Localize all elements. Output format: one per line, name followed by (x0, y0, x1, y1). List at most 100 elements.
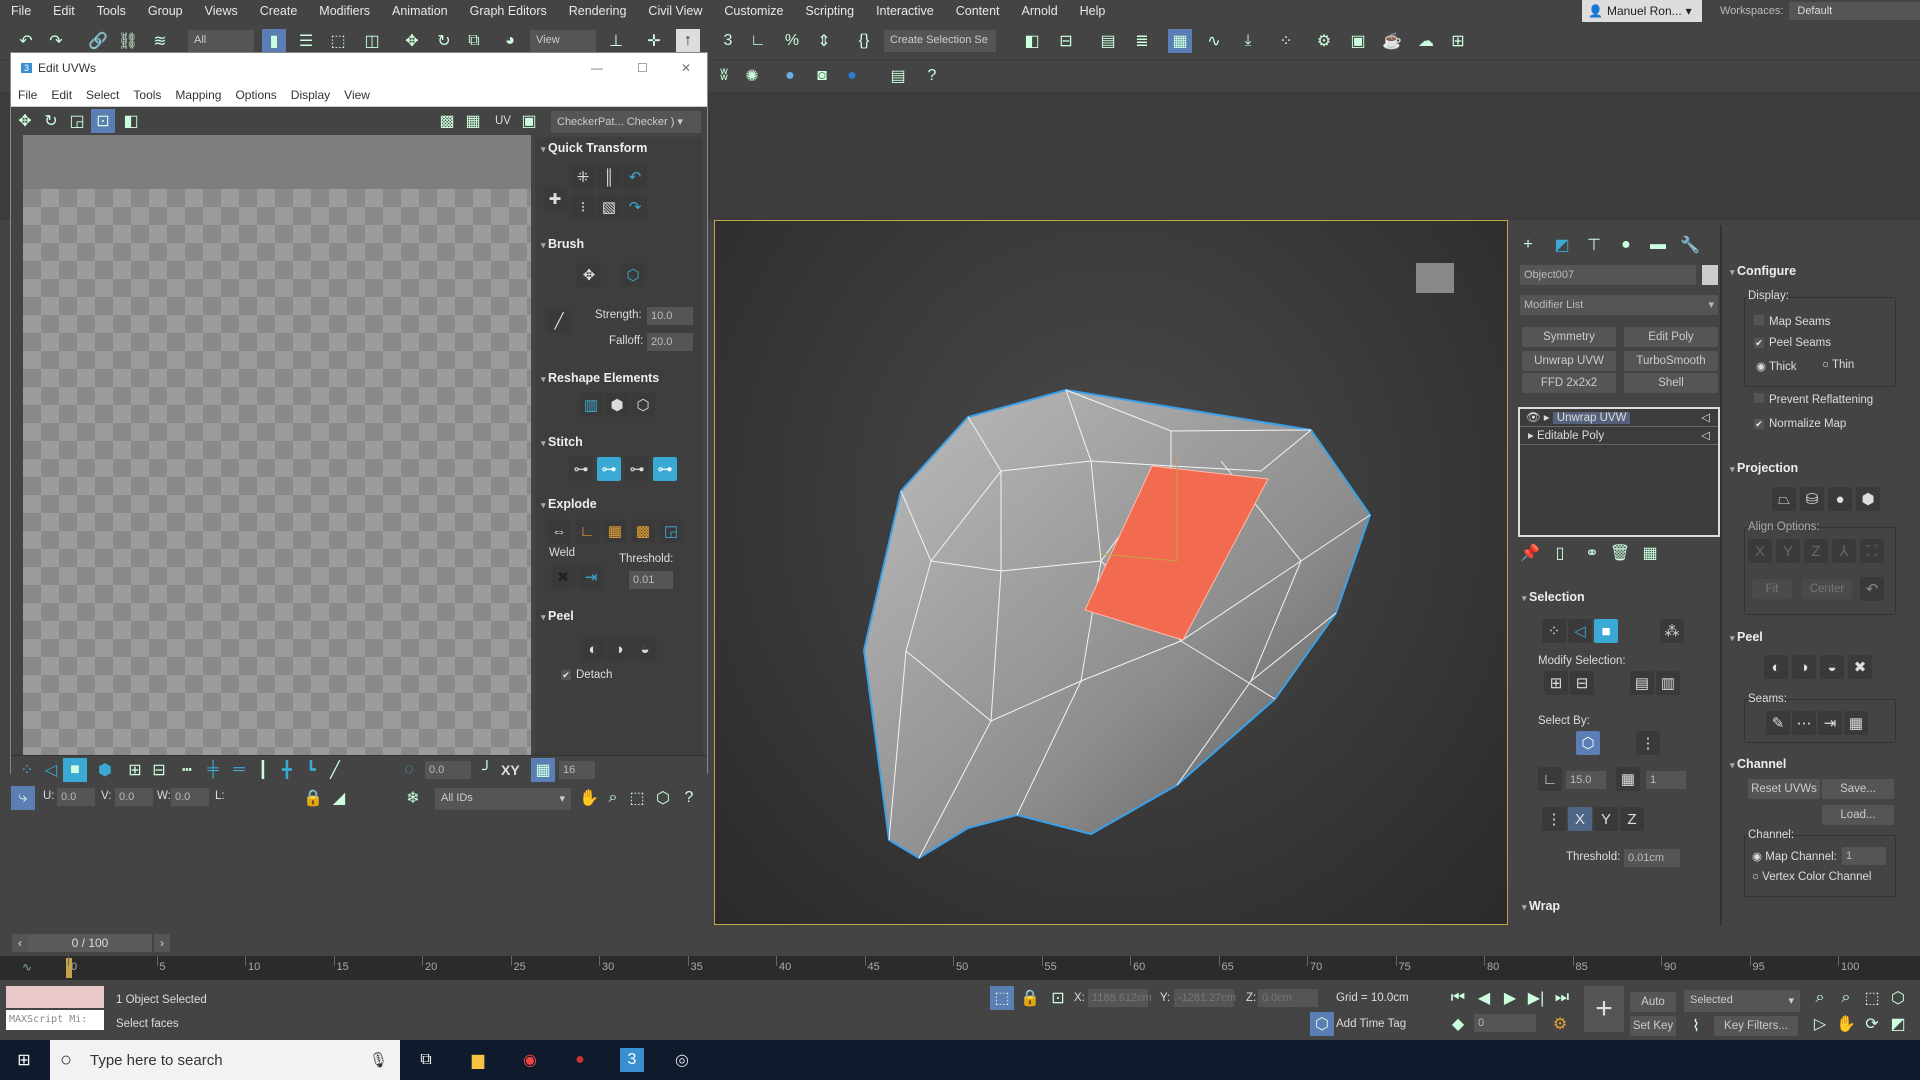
edge-sel-to-seams-icon[interactable]: ⇥ (1818, 711, 1842, 735)
make-unique-icon[interactable]: ⚭ (1580, 541, 1604, 565)
uvw-menu-display[interactable]: Display (284, 88, 337, 102)
lock-icon[interactable]: 🔒 (301, 786, 325, 810)
undo-icon[interactable]: ↶ (14, 29, 38, 53)
percent-snap-icon[interactable]: % (780, 29, 804, 53)
pivot-icon[interactable]: ⊥ (604, 29, 628, 53)
pin-stack-icon[interactable]: 📌 (1518, 541, 1542, 565)
texture-icon[interactable]: ▣ (517, 109, 541, 133)
peel-rollout-header[interactable]: Peel (1730, 630, 1763, 644)
render-setup-icon[interactable]: ⚙ (1312, 29, 1336, 53)
menu-content[interactable]: Content (945, 4, 1011, 18)
angle-snap-icon[interactable]: ∟ (746, 29, 770, 53)
explode-header[interactable]: Explode (541, 497, 597, 511)
map-seams-checkbox[interactable]: Map Seams (1754, 315, 1830, 328)
material-editor-icon[interactable]: ◙ (810, 64, 834, 88)
align-icon[interactable]: ⊟ (1054, 29, 1078, 53)
rectangle-selection-icon[interactable]: ⬚ (326, 29, 350, 53)
modify-tab-icon[interactable]: ◩ (1550, 233, 1574, 257)
chrome-icon[interactable]: ◉ (518, 1048, 542, 1072)
ring-icon[interactable]: ┃ (251, 758, 275, 782)
pelt-map-icon[interactable]: ✖ (1848, 655, 1872, 679)
axis-x-icon[interactable]: X (1568, 807, 1592, 831)
axis-z-icon[interactable]: Z (1620, 807, 1644, 831)
vertex-mode-icon[interactable]: ⁘ (15, 758, 39, 782)
time-slider[interactable]: 0 / 100 (28, 934, 152, 952)
display-tab-icon[interactable]: ▬ (1646, 233, 1670, 257)
normalize-map-checkbox[interactable]: ✔ Normalize Map (1754, 418, 1846, 430)
menu-civil-view[interactable]: Civil View (637, 4, 713, 18)
falloff-curve-icon[interactable]: ╯ (475, 758, 499, 782)
falloff-type-icon[interactable]: ╱ (547, 309, 571, 333)
unwrap-uvw-button[interactable]: Unwrap UVW (1522, 351, 1616, 371)
reset-uvws-button[interactable]: Reset UVWs (1748, 779, 1820, 799)
brush-header[interactable]: Brush (541, 237, 584, 251)
edit-named-selection-icon[interactable]: {} (852, 29, 876, 53)
ring-shrink-icon[interactable]: ┗ (299, 758, 323, 782)
strength-spinner[interactable]: 10.0 (647, 307, 693, 325)
render-cloud-icon[interactable]: ☁ (1414, 29, 1438, 53)
file-explorer-icon[interactable]: ▆ (466, 1048, 490, 1072)
grow-selection-icon[interactable]: ⊞ (1544, 671, 1568, 695)
schematic-view-icon[interactable]: ⁘ (1274, 29, 1298, 53)
move-icon[interactable]: ✥ (400, 29, 424, 53)
script-icon[interactable]: ▤ (886, 64, 910, 88)
point-to-point-seams-icon[interactable]: ⋯ (1792, 711, 1816, 735)
element-mode-icon[interactable]: ⬢ (93, 758, 117, 782)
modifier-list-dropdown[interactable]: Modifier List ▾ (1520, 295, 1718, 315)
freeform-icon[interactable]: ⊡ (91, 109, 115, 133)
align-z-icon[interactable]: Z (1804, 539, 1828, 563)
planar-angle-spinner[interactable]: 15.0 (1566, 771, 1606, 789)
ox-icon[interactable]: ✺ (740, 64, 764, 88)
view-align-icon[interactable]: ⛶ (1860, 539, 1884, 563)
edge-mode-icon[interactable]: ◁ (39, 758, 63, 782)
maxscript-listener[interactable] (6, 986, 104, 1008)
curve-editor-mini-icon[interactable]: ∿ (22, 960, 32, 974)
ribbon-toggle-icon[interactable]: ▦ (1168, 29, 1192, 53)
weld-threshold-spinner[interactable]: 0.01 (629, 571, 673, 589)
eye-icon[interactable]: 👁 ▸ (1526, 412, 1553, 424)
key-filters-button[interactable]: Key Filters... (1714, 1016, 1798, 1036)
selection-filter-dropdown[interactable]: All (188, 30, 254, 52)
relax-settings-icon[interactable]: ⬡ (631, 393, 655, 417)
select-by-element-icon[interactable]: ⬡ (1576, 731, 1600, 755)
play-icon[interactable]: ▶ (1498, 986, 1522, 1010)
grow-icon[interactable]: ⊞ (123, 758, 147, 782)
app-icon-red[interactable]: ● (568, 1048, 592, 1072)
map-seams-check[interactable] (1754, 315, 1764, 325)
menu-scripting[interactable]: Scripting (794, 4, 865, 18)
menu-edit[interactable]: Edit (42, 4, 86, 18)
loop-icon[interactable]: ▤ (1630, 671, 1654, 695)
peel-header[interactable]: Peel (541, 609, 574, 623)
mirror-icon[interactable]: ◧ (1020, 29, 1044, 53)
reshape-elements-header[interactable]: Reshape Elements (541, 371, 659, 385)
thin-radio[interactable]: ○ Thin (1822, 359, 1854, 371)
time-configuration-icon[interactable]: ⚙ (1548, 1012, 1572, 1036)
xy-toggle[interactable]: XY (501, 762, 520, 778)
hierarchy-tab-icon[interactable]: ⊤ (1582, 233, 1606, 257)
u-field[interactable]: 0.0 (57, 788, 95, 806)
spinner-snap-icon[interactable]: ⇕ (812, 29, 836, 53)
weld-selected-icon[interactable]: ✖ (551, 565, 575, 589)
mirror-select-icon[interactable]: ⋮ (1542, 807, 1566, 831)
checkmark-icon[interactable]: ✔ (1754, 338, 1764, 348)
prevent-reflattening-checkbox[interactable]: Prevent Reflattening (1754, 393, 1873, 406)
uvw-menu-tools[interactable]: Tools (126, 88, 168, 102)
menu-help[interactable]: Help (1069, 4, 1117, 18)
stack-item-unwrap-uvw[interactable]: 👁 ▸ Unwrap UVW ◁ (1520, 409, 1718, 427)
stitch-custom-icon[interactable]: ⊶ (569, 457, 593, 481)
menu-tools[interactable]: Tools (86, 4, 137, 18)
peel-seams-checkbox[interactable]: ✔ Peel Seams (1754, 337, 1831, 349)
configure-sets-icon[interactable]: ▦ (1638, 541, 1662, 565)
x-coordinate-field[interactable]: 1188.612cm (1088, 989, 1152, 1007)
selection-rollout-header[interactable]: Selection (1522, 590, 1585, 604)
thick-radio[interactable]: ◉ Thick (1756, 359, 1797, 373)
wrap-rollout-header[interactable]: Wrap (1522, 899, 1560, 913)
zoom-icon[interactable]: ⌕ (601, 786, 625, 810)
auto-key-button[interactable]: Auto Key (1630, 992, 1676, 1028)
mirror-icon[interactable]: ◧ (119, 109, 143, 133)
zoom-extents-icon[interactable]: ⬚ (1860, 986, 1884, 1010)
scale-icon[interactable]: ⧉ (462, 29, 486, 53)
obs-icon[interactable]: ◎ (670, 1048, 694, 1072)
dope-sheet-icon[interactable]: ⤓ (1236, 29, 1260, 53)
break-icon[interactable]: ⇔ (547, 519, 571, 543)
